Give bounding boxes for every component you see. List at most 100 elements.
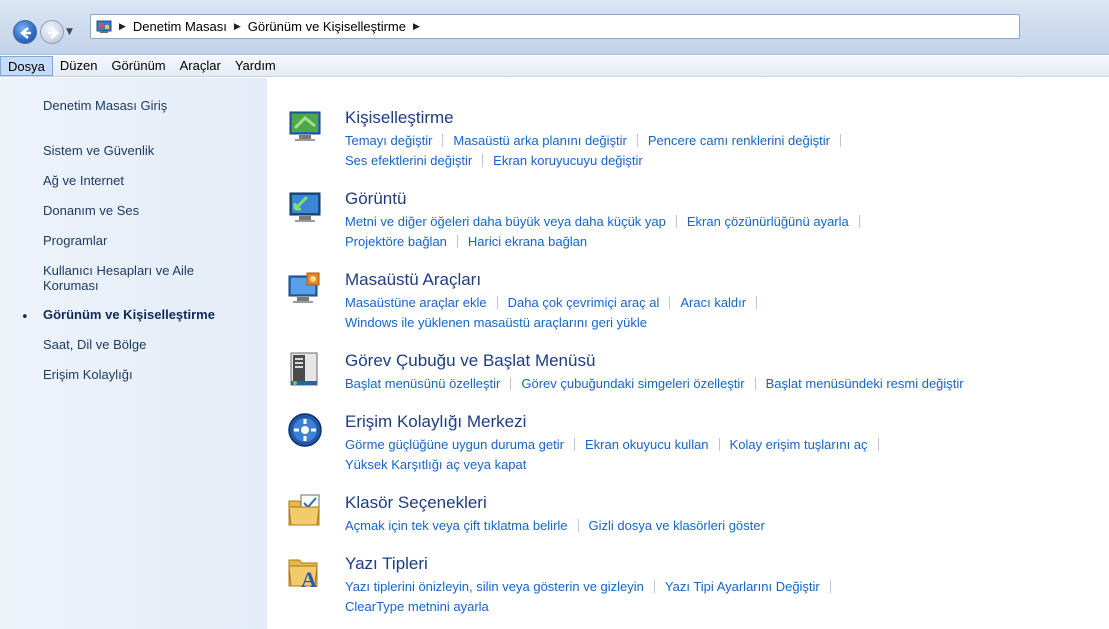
link-separator [877,438,879,451]
link-separator [653,580,655,593]
breadcrumb-arrow-icon[interactable]: ▶ [413,22,420,32]
sidebar-item-clock-language[interactable]: Saat, Dil ve Bölge [43,337,146,352]
desktop-gadgets-icon[interactable] [287,270,323,306]
link-row: Açmak için tek veya çift tıklatma belirl… [345,518,765,534]
forward-arrow-icon [48,27,59,39]
ease-of-access-icon[interactable] [287,412,323,448]
link-separator [456,235,458,248]
link-change-screensaver[interactable]: Ekran koruyucuyu değiştir [493,153,643,168]
personalization-icon[interactable] [287,108,323,144]
link-separator [573,438,575,451]
link-separator [510,377,512,390]
link-row: Ses efektlerini değiştir Ekran koruyucuyu… [345,153,643,169]
link-change-window-colors[interactable]: Pencere camı renklerini değiştir [648,133,830,148]
category-title[interactable]: Görev Çubuğu ve Başlat Menüsü [345,351,595,371]
link-row: Projektöre bağlan Harici ekrana bağlan [345,234,587,250]
breadcrumb-appearance[interactable]: Görünüm ve Kişiselleştirme [248,19,406,34]
link-change-font-settings[interactable]: Yazı Tipi Ayarlarını Değiştir [665,579,820,594]
link-row: Metni ve diğer öğeleri daha büyük veya d… [345,214,870,230]
sidebar-item-user-accounts-cont[interactable]: Koruması [43,278,99,293]
sidebar-item-appearance: Görünüm ve Kişiselleştirme [43,307,215,322]
link-separator [839,134,841,147]
breadcrumb-arrow-icon[interactable]: ▶ [119,22,126,32]
link-separator [675,215,677,228]
link-get-more-gadgets[interactable]: Daha çok çevrimiçi araç al [508,295,660,310]
link-screen-resolution[interactable]: Ekran çözünürlüğünü ayarla [687,214,849,229]
category-title[interactable]: Klasör Seçenekleri [345,493,487,513]
link-separator [442,134,444,147]
sidebar-item-user-accounts[interactable]: Kullanıcı Hesapları ve Aile [43,263,194,278]
link-separator [482,154,484,167]
category-title[interactable]: Erişim Kolaylığı Merkezi [345,412,526,432]
menu-help[interactable]: Yardım [228,56,283,76]
back-button[interactable] [13,20,37,44]
fonts-icon[interactable]: A [287,554,323,590]
link-separator [756,296,758,309]
link-show-hidden-files[interactable]: Gizli dosya ve klasörleri göster [589,518,765,533]
category-title[interactable]: Yazı Tipleri [345,554,428,574]
sidebar-item-control-panel-home[interactable]: Denetim Masası Giriş [43,98,167,113]
link-optimize-visual-display[interactable]: Görme güçlüğüne uygun duruma getir [345,437,564,452]
menu-bar: Dosya Düzen Görünüm Araçlar Yardım [0,56,1109,77]
link-row: Yüksek Karşıtlığı aç veya kapat [345,457,526,473]
link-row: Masaüstüne araçlar ekle Daha çok çevrimiç… [345,295,767,311]
link-row: ClearType metnini ayarla [345,599,489,615]
link-restore-gadgets[interactable]: Windows ile yüklenen masaüstü araçlarını… [345,315,647,330]
category-title[interactable]: Masaüstü Araçları [345,270,481,290]
sidebar: Denetim Masası Giriş Sistem ve Güvenlik … [0,78,267,629]
link-separator [496,296,498,309]
display-icon[interactable] [287,189,323,225]
link-connect-projector[interactable]: Projektöre bağlan [345,234,447,249]
link-high-contrast[interactable]: Yüksek Karşıtlığı aç veya kapat [345,457,526,472]
link-row: Başlat menüsünü özelleştir Görev çubuğund… [345,376,964,392]
link-change-start-picture[interactable]: Başlat menüsündeki resmi değiştir [766,376,964,391]
link-separator [577,519,579,532]
breadcrumb-control-panel[interactable]: Denetim Masası [133,19,227,34]
menu-view[interactable]: Görünüm [104,56,172,76]
link-separator [829,580,831,593]
menu-tools[interactable]: Araçlar [173,56,228,76]
link-use-screen-reader[interactable]: Ekran okuyucu kullan [585,437,709,452]
link-customize-taskbar-icons[interactable]: Görev çubuğundaki simgeleri özelleştir [521,376,744,391]
breadcrumb-arrow-icon[interactable]: ▶ [234,22,241,32]
link-change-desktop-background[interactable]: Masaüstü arka planını değiştir [453,133,626,148]
link-text-size[interactable]: Metni ve diğer öğeleri daha büyük veya d… [345,214,666,229]
link-separator [718,438,720,451]
link-row: Temayı değiştir Masaüstü arka planını değ… [345,133,851,149]
link-row: Yazı tiplerini önizleyin, silin veya gös… [345,579,841,595]
menu-file[interactable]: Dosya [0,56,53,76]
folder-options-icon[interactable] [287,493,323,529]
link-turn-on-easy-access-keys[interactable]: Kolay erişim tuşlarını aç [730,437,868,452]
sidebar-item-programs[interactable]: Programlar [43,233,107,248]
link-separator [636,134,638,147]
sidebar-item-hardware-sound[interactable]: Donanım ve Ses [43,203,139,218]
link-change-theme[interactable]: Temayı değiştir [345,133,432,148]
category-title[interactable]: Kişiselleştirme [345,108,454,128]
control-panel-icon [96,20,112,33]
link-add-gadgets[interactable]: Masaüstüne araçlar ekle [345,295,487,310]
link-customize-start-menu[interactable]: Başlat menüsünü özelleştir [345,376,500,391]
link-row: Windows ile yüklenen masaüstü araçlarını… [345,315,647,331]
link-change-sound-effects[interactable]: Ses efektlerini değiştir [345,153,472,168]
recent-pages-dropdown-icon[interactable]: ▼ [66,27,73,37]
sidebar-item-ease-of-access[interactable]: Erişim Kolaylığı [43,367,133,382]
sidebar-item-system-security[interactable]: Sistem ve Güvenlik [43,143,154,158]
category-title[interactable]: Görüntü [345,189,406,209]
link-row: Görme güçlüğüne uygun duruma getir Ekran … [345,437,889,453]
address-bar-area: ▼ ▶ Denetim Masası ▶ Görünüm ve Kişisell… [0,0,1109,55]
link-separator [669,296,671,309]
forward-button[interactable] [40,20,64,44]
back-arrow-icon [20,27,31,39]
address-field[interactable]: ▶ Denetim Masası ▶ Görünüm ve Kişiselleş… [90,14,1020,39]
sidebar-item-network[interactable]: Ağ ve Internet [43,173,124,188]
taskbar-icon[interactable] [287,351,323,387]
link-cleartype[interactable]: ClearType metnini ayarla [345,599,489,614]
menu-edit[interactable]: Düzen [53,56,105,76]
link-preview-fonts[interactable]: Yazı tiplerini önizleyin, silin veya gös… [345,579,644,594]
link-separator [754,377,756,390]
link-connect-external-display[interactable]: Harici ekrana bağlan [468,234,587,249]
link-remove-gadget[interactable]: Aracı kaldır [680,295,746,310]
link-single-double-click[interactable]: Açmak için tek veya çift tıklatma belirl… [345,518,568,533]
svg-text:A: A [301,567,317,590]
link-separator [858,215,860,228]
